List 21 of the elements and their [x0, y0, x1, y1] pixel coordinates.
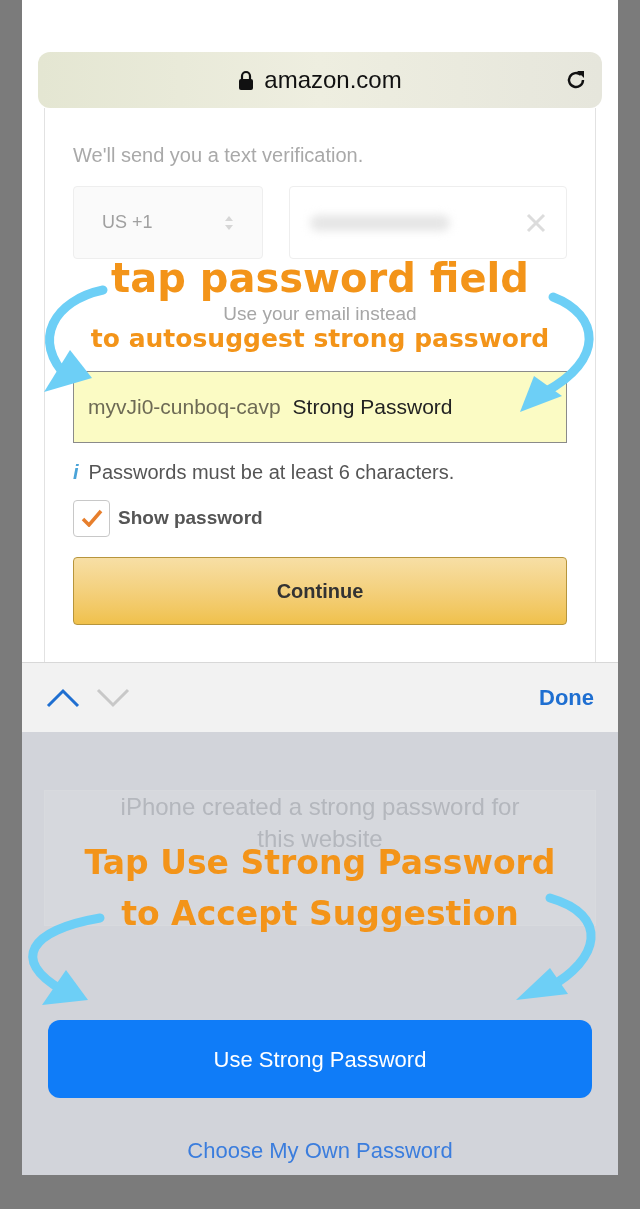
chevron-up-icon[interactable]: [46, 687, 80, 708]
address-bar[interactable]: amazon.com: [38, 52, 602, 108]
address-text: amazon.com: [264, 65, 402, 95]
choose-own-password-link[interactable]: Choose My Own Password: [187, 1134, 453, 1167]
info-icon: i: [73, 457, 79, 487]
show-password-label: Show password: [118, 505, 263, 530]
lock-icon: [238, 70, 255, 90]
password-field[interactable]: myvJi0-cunboq-cavp Strong Password: [73, 371, 567, 443]
strong-password-label: Strong Password: [292, 394, 453, 421]
password-hint: Passwords must be at least 6 characters.: [88, 460, 455, 485]
done-button[interactable]: Done: [539, 681, 594, 714]
country-select[interactable]: US +1: [73, 186, 263, 259]
annotation-text: to Accept Suggestion: [121, 893, 519, 935]
continue-button[interactable]: Continue: [73, 557, 567, 625]
use-strong-password-button[interactable]: Use Strong Password: [48, 1020, 592, 1098]
checkbox[interactable]: [73, 499, 110, 537]
phone-field[interactable]: [289, 186, 567, 259]
chevron-down-icon[interactable]: [96, 687, 130, 708]
check-icon: [80, 509, 103, 527]
stepper-icon: [224, 214, 234, 231]
sms-note: We'll send you a text verification.: [73, 143, 365, 168]
